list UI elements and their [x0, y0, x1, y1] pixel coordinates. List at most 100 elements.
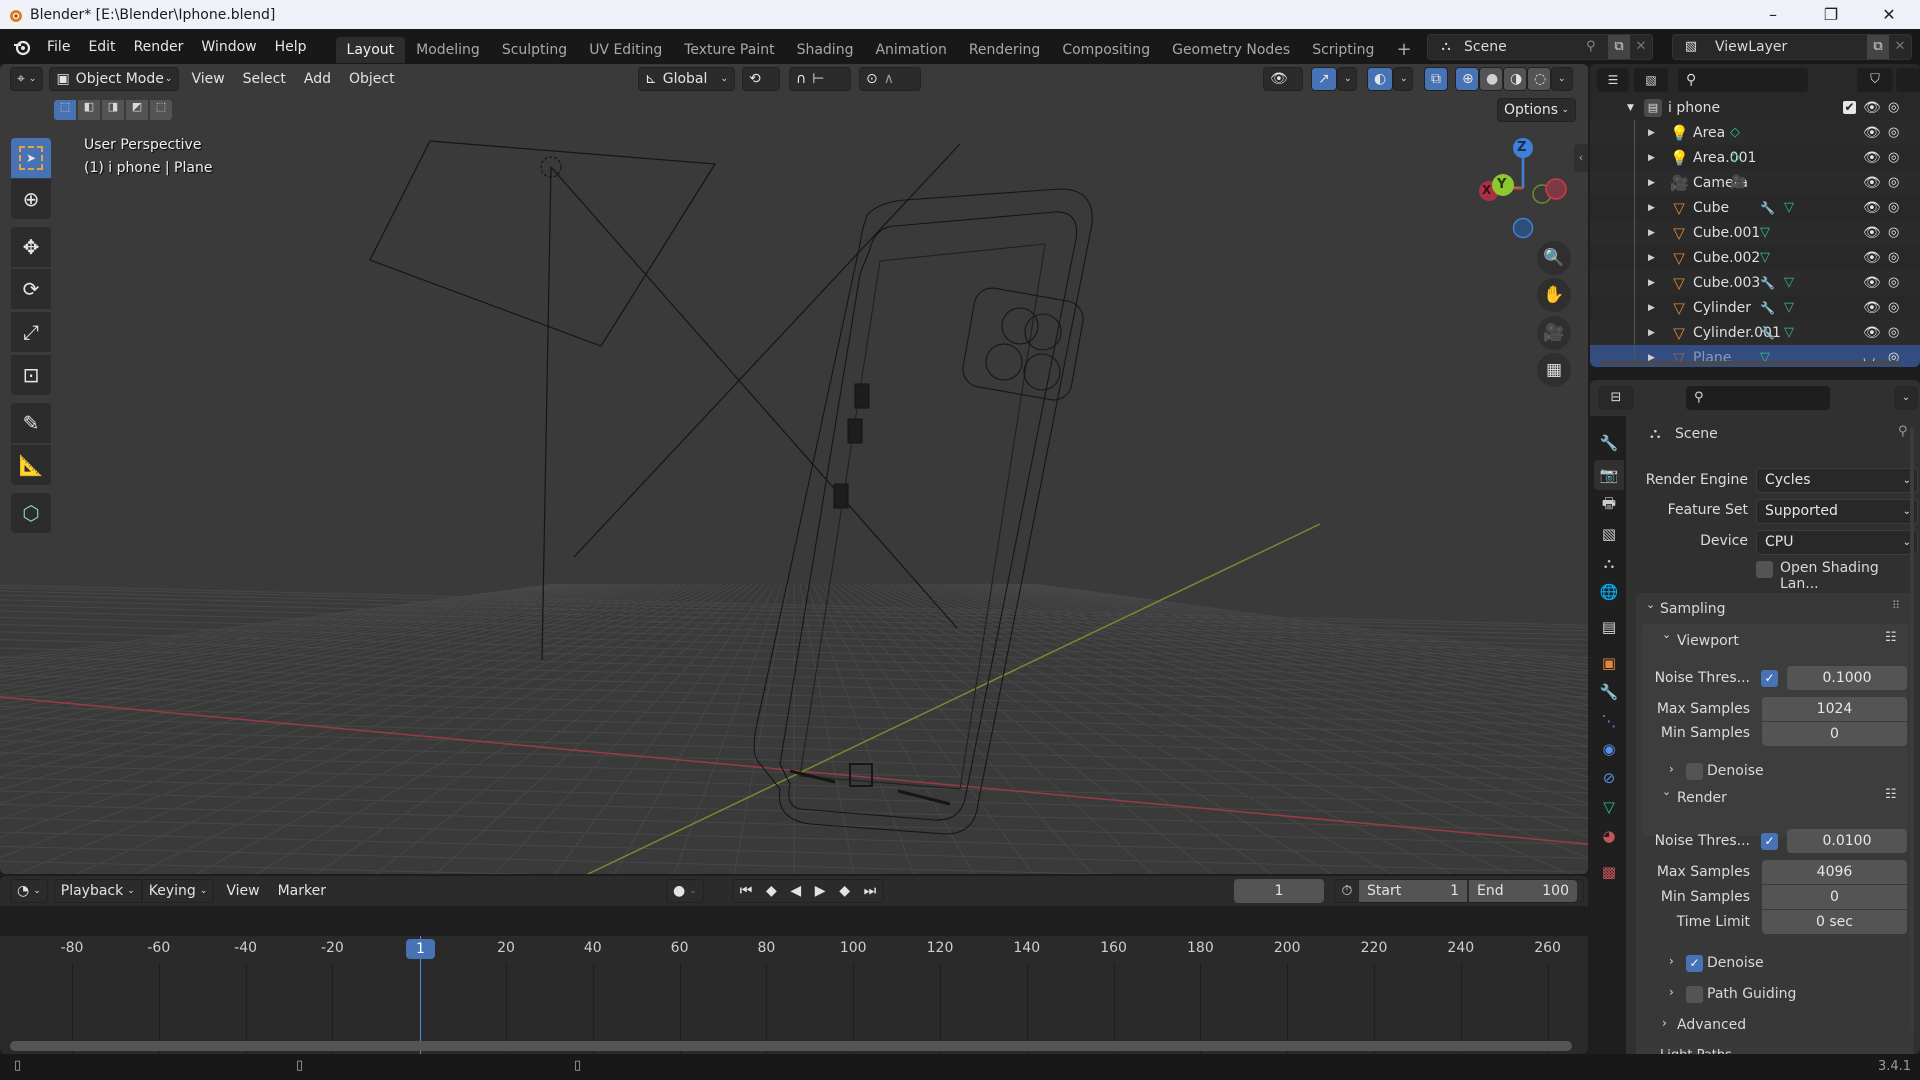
shading-wireframe[interactable]: ⊕ — [1455, 67, 1479, 91]
outliner-search-input[interactable]: ⚲ — [1678, 68, 1808, 92]
tab-layout[interactable]: Layout — [335, 36, 406, 63]
tab-uv-editing[interactable]: UV Editing — [578, 37, 673, 63]
chevron-right-icon[interactable]: › — [1669, 954, 1674, 968]
visibility-eye-icon[interactable]: 👁 — [1863, 150, 1881, 166]
overlays-dropdown[interactable]: ⌄ — [1393, 67, 1413, 91]
visibility-eye-icon[interactable]: 👁 — [1863, 225, 1881, 241]
light-data-icon[interactable]: ◇ — [1730, 150, 1740, 165]
expand-arrow-icon[interactable]: ▶ — [1648, 203, 1655, 213]
modifier-wrench-icon[interactable]: 🔧 — [1760, 326, 1775, 340]
presets-list-icon[interactable]: ☷ — [1885, 630, 1897, 645]
perspective-toggle-button[interactable]: ▦ — [1537, 353, 1571, 387]
time-limit-field[interactable]: 0 sec — [1762, 910, 1907, 934]
shading-dropdown[interactable]: ⌄ — [1551, 67, 1573, 91]
tool-rotate[interactable]: ⟳ — [11, 269, 51, 309]
zoom-view-button[interactable]: 🔍 — [1537, 241, 1571, 275]
menu-help[interactable]: Help — [266, 34, 316, 60]
mesh-data-icon[interactable]: ▽ — [1784, 275, 1794, 290]
tab-sculpting[interactable]: Sculpting — [491, 37, 578, 63]
tab-render[interactable]: 📷 — [1594, 460, 1624, 490]
prev-keyframe-icon[interactable]: ◆ — [766, 883, 777, 899]
visibility-eye-icon[interactable]: 👁 — [1863, 325, 1881, 341]
timeline-scrollbar[interactable] — [10, 1041, 1572, 1051]
expand-arrow-icon[interactable]: ▶ — [1648, 178, 1655, 188]
expand-arrow-icon[interactable]: ▼ — [1627, 103, 1634, 113]
tab-rendering[interactable]: Rendering — [958, 37, 1052, 63]
viewport-min-samples-field[interactable]: 0 — [1762, 722, 1907, 746]
render-noise-checkbox[interactable]: ✓ — [1761, 833, 1778, 850]
gizmo-z-label[interactable]: Z — [1517, 140, 1526, 155]
expand-arrow-icon[interactable]: ▶ — [1648, 128, 1655, 138]
jump-end-icon[interactable]: ⏭ — [864, 883, 877, 899]
visibility-eye-icon[interactable]: 👁 — [1863, 300, 1881, 316]
tool-scale[interactable]: ⤢ — [11, 312, 51, 352]
visibility-eye-icon[interactable]: 👁 — [1863, 125, 1881, 141]
viewport-denoise-checkbox[interactable] — [1686, 763, 1703, 780]
camera-view-button[interactable]: 🎥 — [1537, 316, 1571, 350]
expand-arrow-icon[interactable]: ▶ — [1648, 253, 1655, 263]
outliner-item[interactable]: ▶ ▽ Cube 🔧 ▽ 👁 ◎ — [1590, 195, 1920, 220]
menu-file[interactable]: File — [38, 34, 79, 60]
camera-data-icon[interactable]: 🎥 — [1730, 175, 1746, 190]
overlays-toggle[interactable]: ◐ — [1367, 67, 1393, 91]
properties-editor-type[interactable]: ⊟ — [1598, 386, 1634, 410]
snap-toggle[interactable]: ∩ ⊢ — [789, 67, 851, 91]
play-reverse-icon[interactable]: ◀ — [790, 883, 801, 899]
pin-icon[interactable]: ⚲ — [1898, 424, 1908, 439]
sampling-title[interactable]: Sampling — [1660, 601, 1726, 617]
tab-texture[interactable]: ▩ — [1594, 857, 1624, 887]
chevron-right-icon[interactable]: › — [1669, 762, 1674, 776]
outliner-collection-row[interactable]: ▼ ▤ i phone ✔ 👁 ◎ — [1590, 95, 1920, 120]
expand-arrow-icon[interactable]: ▶ — [1648, 153, 1655, 163]
render-min-samples-field[interactable]: 0 — [1762, 885, 1907, 909]
presets-list-icon[interactable]: ☷ — [1885, 787, 1897, 802]
outliner-item[interactable]: ▶ ▽ Cube.002 ▽ 👁 ◎ — [1590, 245, 1920, 270]
tab-output[interactable]: 🖶 — [1594, 490, 1624, 520]
render-camera-icon[interactable]: ◎ — [1888, 225, 1899, 240]
close-button[interactable]: ✕ — [1860, 0, 1918, 29]
select-subtract-button[interactable]: ◨ — [102, 100, 124, 120]
render-denoise-checkbox[interactable]: ✓ — [1686, 955, 1703, 972]
end-frame-field[interactable]: End 100 — [1469, 880, 1577, 902]
proportional-edit-toggle[interactable]: ⊙ ∧ — [859, 67, 921, 91]
feature-set-dropdown[interactable]: Supported ⌄ — [1756, 499, 1918, 524]
timeline-frames[interactable]: -80 -60 -40 -20 20 40 60 80 100 120 140 160 180 200 22… — [0, 906, 1588, 1054]
tool-annotate[interactable]: ✎ — [11, 403, 51, 443]
modifier-wrench-icon[interactable]: 🔧 — [1760, 276, 1775, 290]
pin-icon[interactable]: ⚲ — [1586, 35, 1608, 59]
menu-select[interactable]: Select — [237, 71, 292, 87]
chevron-right-icon[interactable]: › — [1669, 985, 1674, 999]
mesh-data-icon[interactable]: ▽ — [1784, 200, 1794, 215]
modifier-wrench-icon[interactable]: 🔧 — [1760, 301, 1775, 315]
editor-type-button[interactable]: ⌖ ⌄ — [10, 67, 44, 91]
delete-viewlayer-icon[interactable]: ✕ — [1889, 35, 1911, 59]
selectability-dropdown[interactable]: 👁 — [1263, 67, 1303, 91]
properties-options-dropdown[interactable]: ⌄ — [1894, 386, 1918, 410]
tab-data[interactable]: ▽ — [1594, 792, 1624, 822]
render-collapse-icon[interactable]: ⌄ — [1662, 785, 1671, 798]
start-frame-field[interactable]: Start 1 — [1359, 880, 1467, 902]
tab-scripting[interactable]: Scripting — [1301, 37, 1385, 63]
new-collection-button[interactable] — [1896, 68, 1920, 92]
tab-constraints[interactable]: ⊘ — [1594, 763, 1624, 793]
render-camera-icon[interactable]: ◎ — [1888, 175, 1899, 190]
tool-add-cube[interactable]: ⬡ — [11, 493, 51, 533]
maximize-button[interactable]: ❐ — [1802, 0, 1860, 29]
tab-shading[interactable]: Shading — [786, 37, 865, 63]
keying-menu[interactable]: Keying ⌄ — [141, 879, 215, 903]
playback-menu[interactable]: Playback ⌄ — [53, 879, 142, 903]
visibility-eye-icon[interactable]: 👁 — [1863, 275, 1881, 291]
tab-particles[interactable]: ⋱ — [1594, 706, 1624, 736]
gizmo-x-label[interactable]: X — [1482, 183, 1491, 197]
sampling-collapse-icon[interactable]: ⌄ — [1646, 598, 1655, 611]
display-mode-dropdown[interactable]: ▧ — [1634, 68, 1668, 92]
tab-material[interactable]: ◕ — [1594, 821, 1624, 851]
viewport-max-samples-field[interactable]: 1024 — [1762, 697, 1907, 721]
current-frame-field[interactable]: 1 — [1234, 879, 1324, 903]
options-dropdown[interactable]: Options ⌄ — [1497, 98, 1576, 122]
render-camera-icon[interactable]: ◎ — [1888, 100, 1899, 115]
render-engine-dropdown[interactable]: Cycles ⌄ — [1756, 468, 1918, 493]
new-viewlayer-icon[interactable]: ⧉ — [1867, 35, 1889, 59]
tab-physics[interactable]: ◉ — [1594, 734, 1624, 764]
transform-orientation-dropdown[interactable]: ⊾ Global ⌄ — [638, 67, 735, 91]
